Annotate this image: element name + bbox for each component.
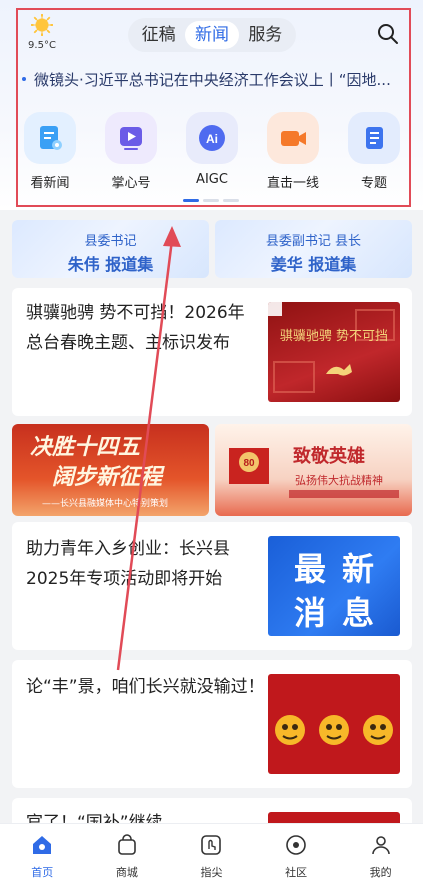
bottom-nav: 首页 商城 指尖 社区 我的 [0, 823, 423, 885]
nav-community[interactable]: 社区 [254, 824, 339, 885]
nav-label: 商城 [115, 866, 138, 879]
fingertip-icon [198, 832, 224, 858]
nav-profile[interactable]: 我的 [338, 824, 423, 885]
shopping-bag-icon [114, 832, 140, 858]
nav-label: 我的 [369, 866, 392, 879]
nav-label: 指尖 [200, 866, 223, 879]
nav-label: 首页 [31, 866, 54, 879]
home-icon [29, 832, 55, 858]
annotation-arrow [116, 226, 181, 671]
nav-home[interactable]: 首页 [0, 824, 85, 885]
nav-fingertip[interactable]: 指尖 [169, 824, 254, 885]
nav-label: 社区 [285, 866, 308, 879]
community-icon [283, 832, 309, 858]
nav-mall[interactable]: 商城 [85, 824, 170, 885]
profile-icon [368, 832, 394, 858]
